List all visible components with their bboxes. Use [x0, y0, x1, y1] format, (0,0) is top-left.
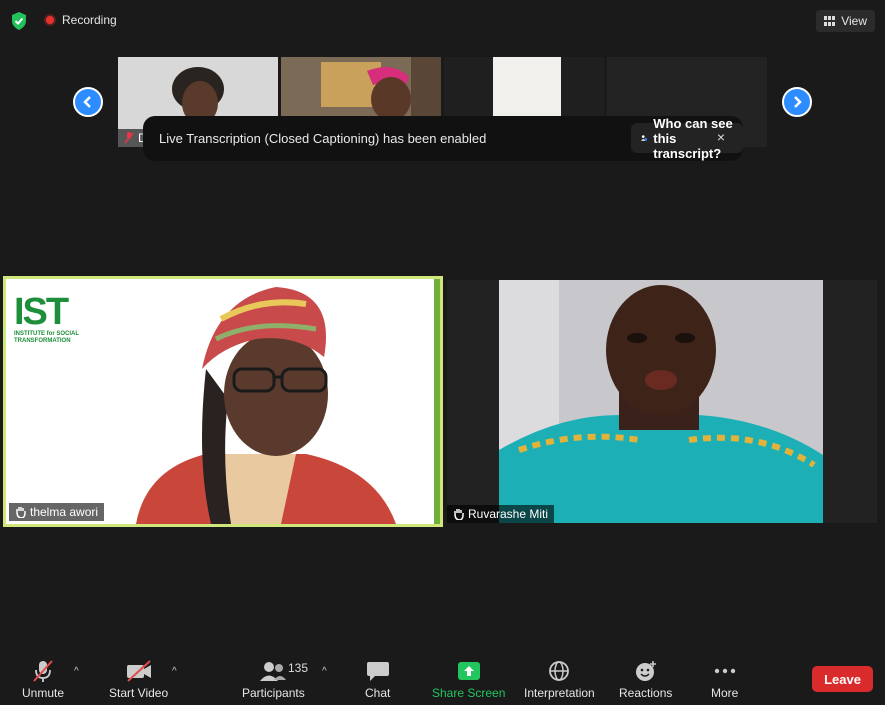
unmute-label: Unmute — [22, 686, 65, 700]
chat-label: Chat — [365, 686, 391, 700]
raised-hand-icon — [454, 509, 464, 520]
interpretation-label: Interpretation — [524, 686, 595, 700]
more-dots-icon — [714, 668, 735, 674]
transcription-banner: Live Transcription (Closed Captioning) h… — [143, 116, 743, 161]
share-screen-label: Share Screen — [432, 686, 506, 700]
reactions-button[interactable]: Reactions — [619, 658, 672, 700]
chat-icon — [366, 662, 389, 681]
participant-name-tag: thelma awori — [9, 503, 105, 521]
green-edge-decoration — [434, 279, 440, 524]
chat-button[interactable]: Chat — [365, 658, 390, 700]
participant-name-tag: Ruvarashe Miti — [447, 505, 555, 523]
video-options-caret[interactable]: ^ — [172, 666, 177, 677]
start-video-label: Start Video — [109, 686, 169, 700]
close-banner-button[interactable]: × — [717, 129, 725, 145]
video-off-icon — [126, 660, 151, 682]
grid-icon — [824, 16, 836, 26]
share-screen-icon — [457, 662, 480, 680]
video-tile-active-speaker[interactable]: IST INSTITUTE for SOCIAL TRANSFORMATION … — [3, 276, 443, 527]
participants-label: Participants — [242, 686, 305, 700]
interpretation-button[interactable]: Interpretation — [524, 658, 595, 700]
more-label: More — [711, 686, 739, 700]
who-can-see-transcript-button[interactable]: Who can see this transcript? — [631, 116, 743, 161]
more-button[interactable]: More — [711, 658, 738, 700]
leave-button[interactable]: Leave — [812, 666, 873, 692]
recording-indicator[interactable]: Recording — [44, 13, 117, 27]
audio-options-caret[interactable]: ^ — [74, 666, 79, 677]
participants-options-caret[interactable]: ^ — [322, 666, 327, 677]
raised-hand-icon — [16, 507, 26, 518]
video-tile[interactable]: Ruvarashe Miti — [447, 280, 877, 523]
view-button[interactable]: View — [816, 10, 875, 32]
recording-label: Recording — [62, 13, 117, 27]
muted-mic-icon — [124, 132, 134, 144]
security-shield-icon[interactable] — [10, 11, 28, 31]
unmute-button[interactable]: Unmute — [22, 658, 64, 700]
chevron-right-icon — [794, 96, 802, 108]
globe-icon — [549, 661, 570, 681]
muted-mic-icon — [33, 660, 53, 682]
participants-icon — [260, 662, 287, 681]
transcription-message: Live Transcription (Closed Captioning) h… — [159, 131, 487, 146]
reactions-label: Reactions — [619, 686, 673, 700]
emoji-icon — [635, 661, 656, 681]
participants-count: 135 — [288, 661, 309, 675]
meeting-toolbar: Unmute ^ Start Video ^ Participants 135 … — [0, 650, 885, 705]
start-video-button[interactable]: Start Video — [109, 658, 168, 700]
people-info-icon — [641, 135, 648, 141]
participant-name: thelma awori — [30, 505, 99, 519]
ist-logo: IST INSTITUTE for SOCIAL TRANSFORMATION — [14, 291, 79, 344]
chevron-left-icon — [83, 96, 91, 108]
share-screen-button[interactable]: Share Screen — [432, 658, 505, 700]
participant-video — [499, 280, 823, 523]
previous-page-button[interactable] — [73, 87, 103, 117]
participant-name: Ruvarashe Miti — [468, 507, 549, 521]
next-page-button[interactable] — [782, 87, 812, 117]
record-icon — [44, 14, 56, 26]
view-label: View — [841, 14, 867, 28]
